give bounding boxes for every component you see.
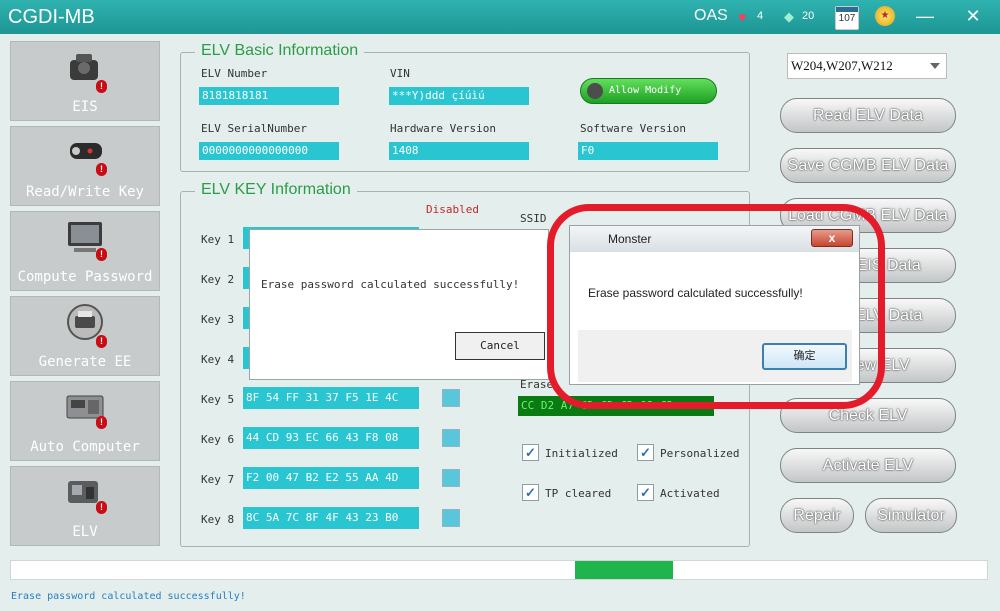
status-text: Erase password calculated successfully! [11,591,246,602]
sidebar-item-eis[interactable]: ! EIS [10,41,160,121]
initialized-label: Initialized [545,447,618,460]
sidebar-item-label: ELV [72,524,98,540]
repair-button[interactable]: Repair [780,498,854,533]
tp-cleared-label: TP cleared [545,487,612,500]
hardware-version-field[interactable]: 1408 [389,142,529,160]
sidebar-item-label: Compute Password [17,269,153,285]
software-version-field[interactable]: F0 [578,142,718,160]
software-version-label: Software Version [580,122,686,135]
title-bar: CGDI-MB OAS ♥ 4 ◆ 20 107 ★ — ✕ [0,0,1000,34]
key-disabled-checkbox[interactable] [442,429,460,447]
vin-field[interactable]: ***Y)ddd çíúìú [389,87,529,105]
cancel-button[interactable]: Cancel [455,332,545,360]
allow-modify-label: Allow Modify [609,85,682,96]
toggle-knob-icon [587,83,603,99]
sidebar-item-generate-ee[interactable]: ! Generate EE [10,296,160,376]
allow-modify-toggle[interactable]: Allow Modify [580,78,717,104]
sidebar-item-label: EIS [72,99,98,115]
elv-basic-info-title: ELV Basic Information [195,42,365,60]
key-value-field[interactable]: 44 CD 93 EC 66 43 F8 08 [243,427,419,449]
heart-icon: ♥ [738,9,747,25]
calendar-day: 107 [838,13,856,24]
oas-label: OAS [694,7,728,24]
model-select[interactable]: W204,W207,W212 [787,53,947,79]
sidebar-item-auto-computer[interactable]: ! Auto Computer [10,381,160,461]
activated-label: Activated [660,487,720,500]
diamond-icon: ◆ [784,9,794,24]
app-message-dialog: Erase password calculated successfully! … [249,229,549,380]
warning-badge-icon: ! [96,248,107,261]
key-label: Key 7 [201,473,235,486]
ssid-label: SSID [520,212,547,225]
disabled-column-label: Disabled [426,203,479,216]
warning-badge-icon: ! [96,163,107,176]
warning-badge-icon: ! [96,501,107,514]
save-cgmb-elv-data-button[interactable]: Save CGMB ELV Data [780,148,956,183]
sidebar-item-label: Auto Computer [30,439,140,455]
key-value-field[interactable]: F2 00 47 B2 E2 55 AA 4D [243,467,419,489]
initialized-checkbox[interactable]: ✓ [522,444,539,461]
progress-fill [575,561,673,579]
chevron-down-icon [930,63,940,69]
highlight-annotation [547,204,885,409]
warning-badge-icon: ! [96,416,107,429]
elv-serial-label: ELV SerialNumber [201,122,307,135]
key-disabled-checkbox[interactable] [442,509,460,527]
model-select-value: W204,W207,W212 [791,58,893,73]
vin-label: VIN [390,67,410,80]
personalized-checkbox[interactable]: ✓ [637,444,654,461]
read-elv-data-button[interactable]: Read ELV Data [780,98,956,133]
key-value-field[interactable]: 8F 54 FF 31 37 F5 1E 4C [243,387,419,409]
key-label: Key 4 [201,353,235,366]
tp-cleared-checkbox[interactable]: ✓ [522,484,539,501]
hardware-version-label: Hardware Version [390,122,496,135]
minimize-button[interactable]: — [913,5,937,27]
elv-key-info-title: ELV KEY Information [195,181,357,199]
sidebar-item-compute-password[interactable]: ! Compute Password [10,211,160,291]
warning-badge-icon: ! [96,335,107,348]
app-title: CGDI-MB [8,6,95,28]
progress-bar [10,560,988,580]
key-label: Key 2 [201,273,235,286]
sidebar-item-read-write-key[interactable]: ! Read/Write Key [10,126,160,206]
key-label: Key 3 [201,313,235,326]
key-label: Key 8 [201,513,235,526]
sidebar-item-elv[interactable]: ! ELV [10,466,160,546]
calendar-icon[interactable]: 107 [835,6,859,30]
dialog-message: Erase password calculated successfully! [261,278,520,291]
heart-count: 4 [757,10,764,22]
diamond-count: 20 [802,10,815,22]
sidebar-item-label: Read/Write Key [25,184,144,200]
elv-number-label: ELV Number [201,67,268,80]
medal-icon[interactable]: ★ [875,6,895,26]
key-disabled-checkbox[interactable] [442,469,460,487]
elv-number-field[interactable]: 8181818181 [199,87,339,105]
activated-checkbox[interactable]: ✓ [637,484,654,501]
key-value-field[interactable]: 8C 5A 7C 8F 4F 43 23 B0 [243,507,419,529]
warning-badge-icon: ! [96,80,107,93]
personalized-label: Personalized [660,447,740,460]
key-label: Key 6 [201,433,235,446]
elv-serial-field[interactable]: 0000000000000000 [199,142,339,160]
sidebar-item-label: Generate EE [38,354,132,370]
key-label: Key 5 [201,393,235,406]
key-label: Key 1 [201,233,235,246]
activate-elv-button[interactable]: Activate ELV [780,448,956,483]
close-button[interactable]: ✕ [961,5,985,27]
key-disabled-checkbox[interactable] [442,389,460,407]
simulator-button[interactable]: Simulator [865,498,957,533]
